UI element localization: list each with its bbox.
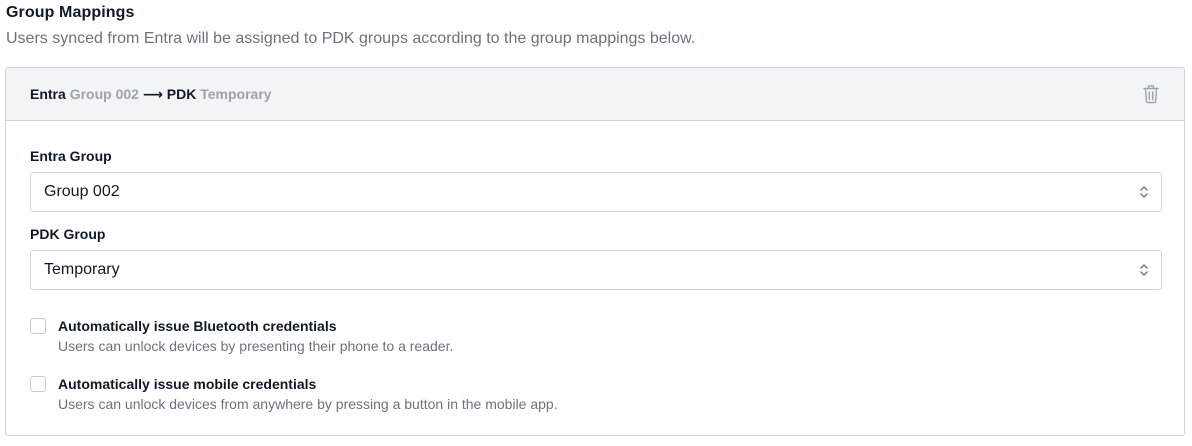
section-description: Users synced from Entra will be assigned… bbox=[6, 30, 696, 47]
mobile-credentials-label: Automatically issue mobile credentials bbox=[58, 376, 317, 392]
bluetooth-credentials-checkbox[interactable] bbox=[30, 318, 46, 334]
mapping-source-label: Entra bbox=[30, 86, 66, 102]
pdk-group-select[interactable]: Temporary bbox=[30, 250, 1162, 290]
entra-group-value: Group 002 bbox=[44, 183, 120, 200]
mapping-header: Entra Group 002 ⟶ PDK Temporary bbox=[6, 68, 1184, 121]
mobile-credentials-checkbox[interactable] bbox=[30, 376, 46, 392]
bluetooth-credentials-description: Users can unlock devices by presenting t… bbox=[58, 338, 454, 354]
pdk-group-value: Temporary bbox=[44, 261, 120, 278]
trash-icon[interactable] bbox=[1142, 84, 1160, 104]
mapping-target-value: Temporary bbox=[200, 86, 272, 102]
section-title: Group Mappings bbox=[6, 4, 135, 21]
entra-group-label: Entra Group bbox=[30, 148, 112, 164]
group-mapping-card: Entra Group 002 ⟶ PDK Temporary Entra Gr… bbox=[5, 67, 1185, 436]
chevron-up-down-icon bbox=[1140, 186, 1148, 198]
chevron-up-down-icon bbox=[1140, 264, 1148, 276]
entra-group-select[interactable]: Group 002 bbox=[30, 172, 1162, 212]
mobile-credentials-description: Users can unlock devices from anywhere b… bbox=[58, 396, 558, 412]
mapping-source-value: Group 002 bbox=[69, 86, 139, 102]
pdk-group-label: PDK Group bbox=[30, 226, 106, 242]
mapping-target-label: PDK bbox=[166, 86, 197, 102]
mapping-arrow: ⟶ bbox=[142, 86, 163, 102]
mapping-summary: Entra Group 002 ⟶ PDK Temporary bbox=[30, 86, 272, 103]
bluetooth-credentials-label: Automatically issue Bluetooth credential… bbox=[58, 318, 337, 334]
